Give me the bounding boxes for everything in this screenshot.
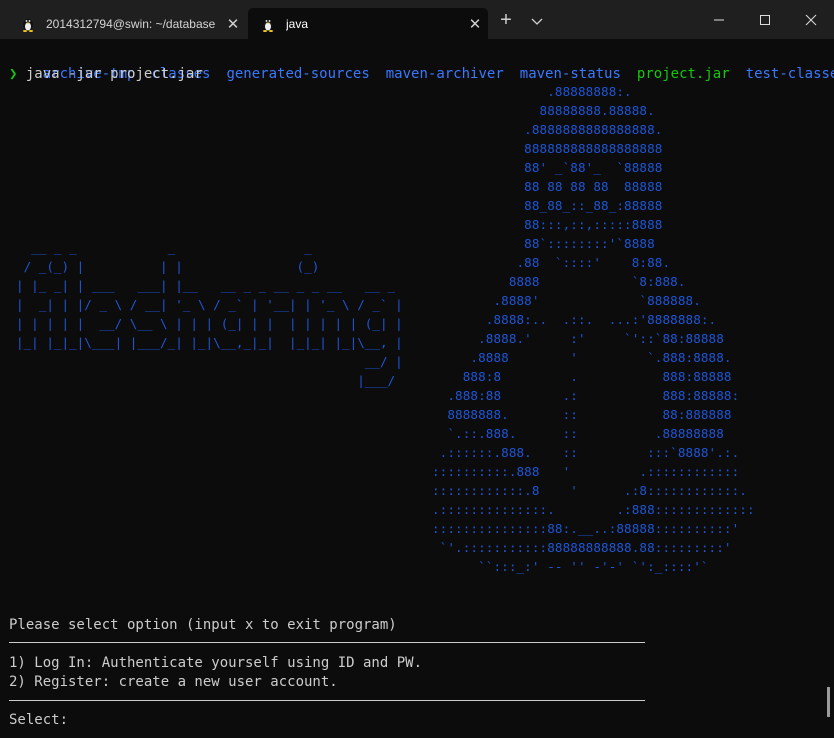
close-window-button[interactable] xyxy=(788,0,834,39)
menu-header: Please select option (input x to exit pr… xyxy=(9,617,397,633)
file-entry: project.jar xyxy=(636,66,730,82)
command-text: java -jar project.jar xyxy=(25,66,203,82)
new-tab-button[interactable]: + xyxy=(494,10,518,31)
divider xyxy=(9,642,645,643)
maximize-icon xyxy=(760,14,770,25)
linux-penguin-icon xyxy=(263,18,273,32)
ascii-art-logo: .88888888:. 88888888.88888. .88888888888… xyxy=(432,84,755,574)
tab-title: 2014312794@swin: ~/database xyxy=(46,16,216,31)
tab-database[interactable]: 2014312794@swin: ~/database ✕ xyxy=(8,8,246,39)
divider xyxy=(9,700,645,701)
chevron-down-icon[interactable] xyxy=(526,11,548,31)
dir-entry: maven-status xyxy=(519,66,621,82)
close-tab-icon[interactable]: ✕ xyxy=(462,15,488,33)
ascii-art-banner: __ _ _ _ _ / _(_) | | | (_) | |_ _| | __… xyxy=(16,240,403,388)
tab-title: java xyxy=(286,16,309,31)
tab-java[interactable]: java ✕ xyxy=(248,8,488,39)
dir-entry: generated-sources xyxy=(226,66,370,82)
command-line: ❯ java -jar project.jar xyxy=(9,65,203,84)
minimize-icon xyxy=(714,19,724,20)
menu-option-register: 2) Register: create a new user account. xyxy=(9,674,338,690)
select-prompt[interactable]: Select: xyxy=(9,711,68,730)
minimize-button[interactable] xyxy=(696,0,742,39)
title-bar: 2014312794@swin: ~/database ✕ java ✕ + xyxy=(0,0,834,39)
menu-option-login: 1) Log In: Authenticate yourself using I… xyxy=(9,655,423,671)
close-icon xyxy=(805,14,817,25)
linux-penguin-icon xyxy=(23,18,33,32)
dir-entry: maven-archiver xyxy=(385,66,504,82)
prompt-arrow-icon: ❯ xyxy=(9,66,18,82)
terminal-output[interactable]: archive-tmp classes generated-sources maven… xyxy=(0,39,834,738)
maximize-button[interactable] xyxy=(742,0,788,39)
scrollbar-thumb[interactable] xyxy=(827,687,830,717)
close-tab-icon[interactable]: ✕ xyxy=(220,15,246,33)
dir-entry: test-classes xyxy=(745,66,834,82)
